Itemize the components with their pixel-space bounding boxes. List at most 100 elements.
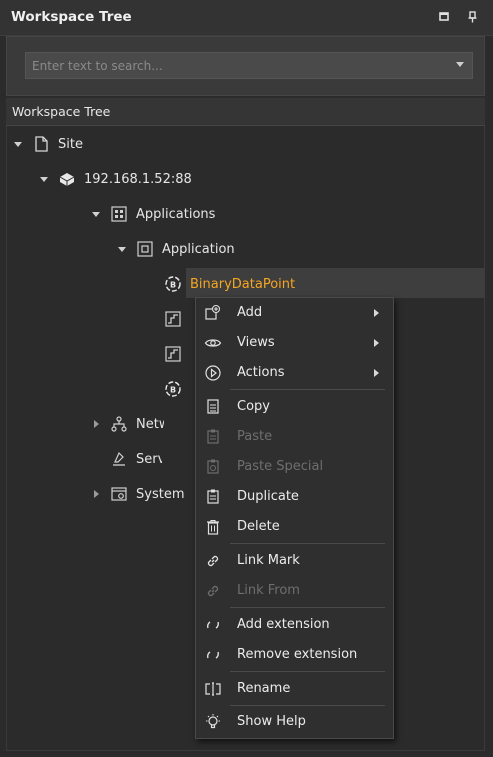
menu-item-remove-extension[interactable]: Remove extension — [196, 641, 393, 669]
numeric-point-icon — [164, 310, 182, 328]
play-circle-icon — [204, 364, 222, 382]
svg-text:B: B — [170, 281, 176, 290]
menu-label-actions: Actions — [237, 365, 285, 380]
tree-node-networks[interactable]: Networks — [90, 413, 164, 435]
binary-point-icon: B — [164, 275, 182, 293]
menu-label-rename: Rename — [237, 681, 291, 696]
lightbulb-icon — [204, 713, 222, 731]
menu-label-paste-special: Paste Special — [237, 459, 324, 474]
link-from-icon — [204, 582, 222, 600]
duplicate-icon — [204, 488, 222, 506]
menu-label-add-extension: Add extension — [237, 617, 330, 632]
tree-label-binary-data-point: BinaryDataPoint — [190, 276, 296, 292]
tree-node-services[interactable]: Services — [110, 448, 162, 470]
menu-separator — [230, 671, 385, 672]
panel-titlebar: Workspace Tree — [0, 0, 493, 36]
menu-item-rename[interactable]: Rename — [196, 675, 393, 703]
menu-label-link-from: Link From — [237, 583, 300, 598]
menu-item-views[interactable]: Views — [196, 329, 393, 357]
copy-icon — [204, 398, 222, 416]
menu-item-actions[interactable]: Actions — [196, 359, 393, 387]
submenu-arrow-icon — [374, 309, 379, 317]
menu-item-paste: Paste — [196, 423, 393, 451]
tree-node-application[interactable]: Application — [116, 238, 235, 260]
tree-header: Workspace Tree — [6, 98, 485, 126]
menu-item-show-help[interactable]: Show Help — [196, 708, 393, 736]
menu-label-delete: Delete — [237, 519, 280, 534]
rename-icon — [204, 680, 222, 698]
add-icon — [204, 304, 222, 322]
extension-icon — [204, 646, 222, 664]
submenu-arrow-icon — [374, 339, 379, 347]
tree-node-station[interactable]: 192.168.1.52:88 — [38, 168, 192, 190]
network-icon — [110, 415, 128, 433]
menu-label-add: Add — [237, 305, 263, 320]
caret-down-icon[interactable] — [116, 243, 128, 255]
server-icon — [58, 170, 76, 188]
tree-label-networks: Networks — [136, 416, 164, 432]
svg-text:B: B — [170, 386, 176, 395]
tree-node-system[interactable]: System — [90, 483, 184, 505]
caret-right-icon[interactable] — [90, 418, 102, 430]
chevron-down-icon[interactable] — [456, 62, 464, 67]
tree-label-applications: Applications — [136, 206, 216, 222]
paste-special-icon — [204, 458, 222, 476]
tree-node-binary-data-point[interactable]: B BinaryDataPoint — [164, 273, 295, 295]
tree-node-data-point-3[interactable] — [164, 343, 190, 365]
tree-label-station: 192.168.1.52:88 — [84, 171, 192, 187]
eye-icon — [204, 334, 222, 352]
tree-label-application: Application — [162, 241, 235, 257]
tree-node-applications[interactable]: Applications — [90, 203, 215, 225]
link-icon — [204, 552, 222, 570]
search-combobox[interactable] — [25, 52, 473, 79]
menu-label-duplicate: Duplicate — [237, 489, 299, 504]
menu-item-paste-special: Paste Special — [196, 453, 393, 481]
caret-down-icon[interactable] — [90, 208, 102, 220]
panel-title: Workspace Tree — [11, 9, 132, 25]
page-icon — [32, 135, 50, 153]
tree-node-site[interactable]: Site — [12, 133, 83, 155]
menu-label-remove-extension: Remove extension — [237, 647, 358, 662]
app-icon — [136, 240, 154, 258]
services-icon — [110, 450, 128, 468]
menu-item-link-mark[interactable]: Link Mark — [196, 547, 393, 575]
tree-node-data-point-2[interactable] — [164, 308, 190, 330]
menu-item-delete[interactable]: Delete — [196, 513, 393, 541]
tree-node-data-point-4[interactable]: B — [164, 378, 190, 400]
menu-label-views: Views — [237, 335, 275, 350]
maximize-icon[interactable] — [437, 10, 451, 24]
tree-label-site: Site — [58, 136, 83, 152]
workspace-tree-panel: Workspace Tree Workspace Tree Site 192.1… — [0, 0, 493, 757]
menu-label-copy: Copy — [237, 399, 270, 414]
binary-point-icon: B — [164, 380, 182, 398]
menu-separator — [230, 389, 385, 390]
menu-item-add-extension[interactable]: Add extension — [196, 611, 393, 639]
tree-label-services: Services — [136, 451, 162, 467]
submenu-arrow-icon — [374, 369, 379, 377]
caret-right-icon[interactable] — [90, 488, 102, 500]
menu-item-duplicate[interactable]: Duplicate — [196, 483, 393, 511]
menu-separator — [230, 543, 385, 544]
pin-icon[interactable] — [466, 10, 480, 24]
menu-item-copy[interactable]: Copy — [196, 393, 393, 421]
search-container — [6, 36, 485, 96]
menu-label-paste: Paste — [237, 429, 273, 444]
menu-separator — [230, 705, 385, 706]
caret-down-icon[interactable] — [38, 173, 50, 185]
menu-item-link-from: Link From — [196, 577, 393, 605]
tree-header-label: Workspace Tree — [12, 104, 111, 119]
extension-icon — [204, 616, 222, 634]
menu-label-show-help: Show Help — [237, 714, 306, 729]
numeric-point-icon — [164, 345, 182, 363]
apps-icon — [110, 205, 128, 223]
system-icon — [110, 485, 128, 503]
search-input[interactable] — [26, 53, 446, 78]
menu-label-link-mark: Link Mark — [237, 553, 300, 568]
tree-label-system: System — [136, 486, 184, 502]
menu-separator — [230, 607, 385, 608]
caret-down-icon[interactable] — [12, 138, 24, 150]
trash-icon — [204, 518, 222, 536]
paste-icon — [204, 428, 222, 446]
context-menu: Add Views Actions Copy Paste Paste Speci… — [195, 297, 394, 739]
menu-item-add[interactable]: Add — [196, 299, 393, 327]
